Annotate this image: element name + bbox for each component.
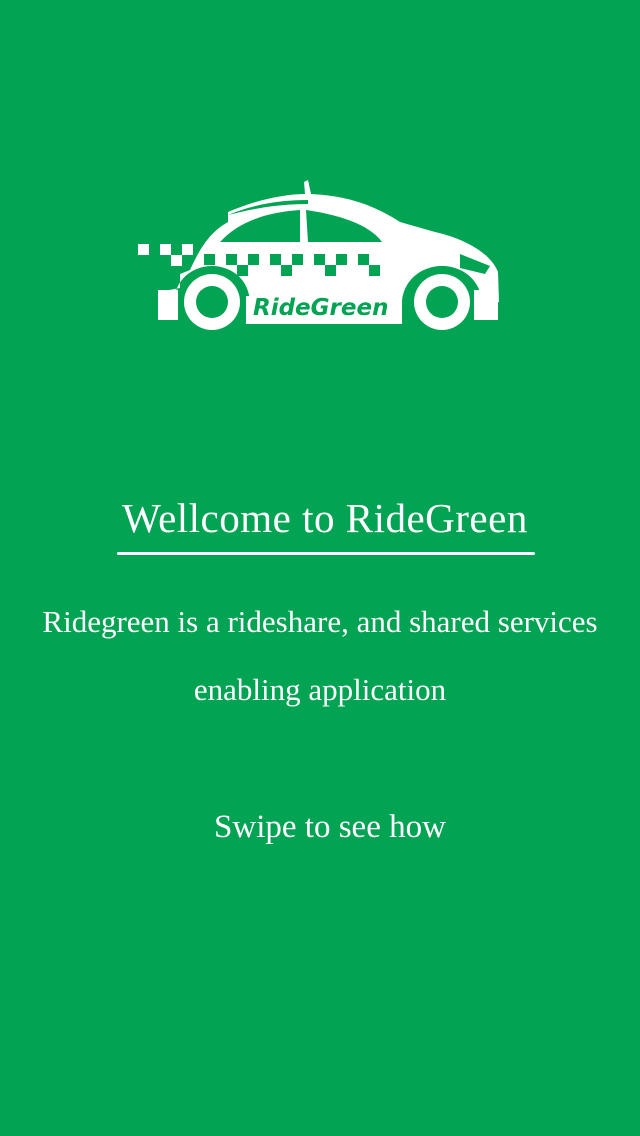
swipe-hint[interactable]: Swipe to see how	[0, 805, 640, 849]
ridegreen-logo: RideGreen	[130, 170, 510, 340]
title-underline	[117, 552, 535, 555]
welcome-title: Wellcome to RideGreen	[122, 495, 528, 541]
welcome-screen[interactable]: RideGreen Wellcome to RideGreen Ridegree…	[0, 0, 640, 1136]
app-description: Ridegreen is a rideshare, and shared ser…	[42, 604, 598, 707]
logo-wordmark: RideGreen	[253, 295, 388, 321]
taxi-car-icon: RideGreen	[138, 180, 499, 336]
